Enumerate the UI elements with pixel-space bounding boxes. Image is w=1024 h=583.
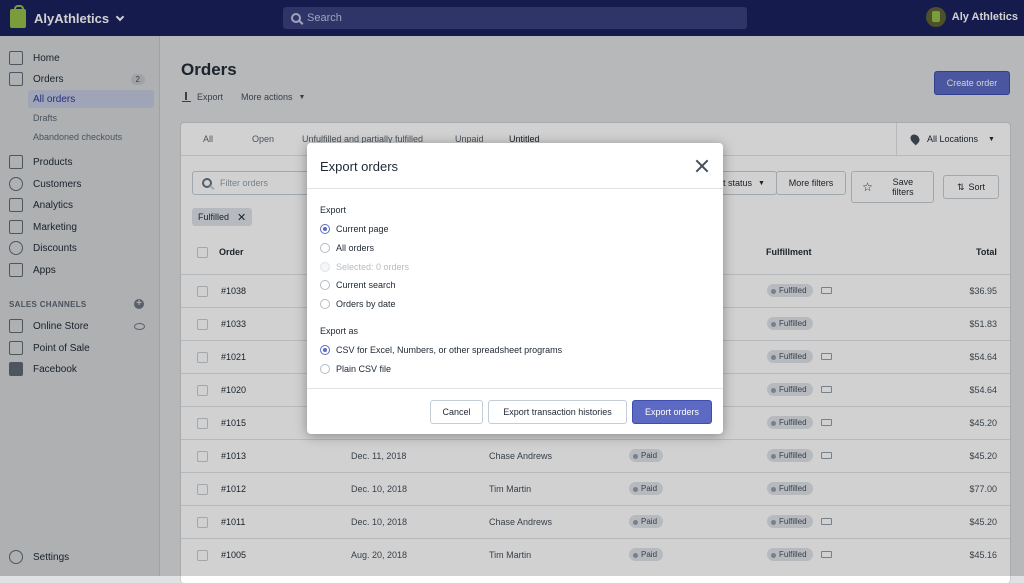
radio-button bbox=[320, 224, 330, 234]
radio-button bbox=[320, 299, 330, 309]
radio-orders-by-date[interactable]: Orders by date bbox=[320, 298, 396, 310]
radio-button bbox=[320, 364, 330, 374]
radio-all-orders[interactable]: All orders bbox=[320, 242, 374, 254]
radio-label: Selected: 0 orders bbox=[336, 262, 410, 272]
radio-current-page[interactable]: Current page bbox=[320, 223, 389, 235]
export-transaction-histories-button[interactable]: Export transaction histories bbox=[488, 400, 627, 424]
radio-label: Current page bbox=[336, 224, 389, 234]
export-as-section-label: Export as bbox=[320, 326, 359, 336]
radio-selected-orders: Selected: 0 orders bbox=[320, 261, 409, 273]
modal-header: Export orders bbox=[307, 143, 723, 189]
radio-button bbox=[320, 345, 330, 355]
close-icon[interactable] bbox=[695, 159, 709, 173]
export-orders-button[interactable]: Export orders bbox=[632, 400, 712, 424]
cancel-button[interactable]: Cancel bbox=[430, 400, 483, 424]
radio-button bbox=[320, 280, 330, 290]
radio-current-search[interactable]: Current search bbox=[320, 279, 396, 291]
radio-label: Orders by date bbox=[336, 299, 396, 309]
radio-plain-csv[interactable]: Plain CSV file bbox=[320, 363, 391, 375]
radio-label: All orders bbox=[336, 243, 375, 253]
radio-button bbox=[320, 243, 330, 253]
export-orders-modal: Export orders Export Current page All or… bbox=[307, 143, 723, 434]
modal-title: Export orders bbox=[320, 159, 399, 174]
radio-label: Current search bbox=[336, 280, 396, 290]
radio-csv-excel[interactable]: CSV for Excel, Numbers, or other spreads… bbox=[320, 344, 562, 356]
export-section-label: Export bbox=[320, 205, 347, 215]
radio-label: CSV for Excel, Numbers, or other spreads… bbox=[336, 345, 563, 355]
radio-label: Plain CSV file bbox=[336, 364, 392, 374]
modal-footer-divider bbox=[307, 388, 723, 389]
radio-button bbox=[320, 262, 330, 272]
